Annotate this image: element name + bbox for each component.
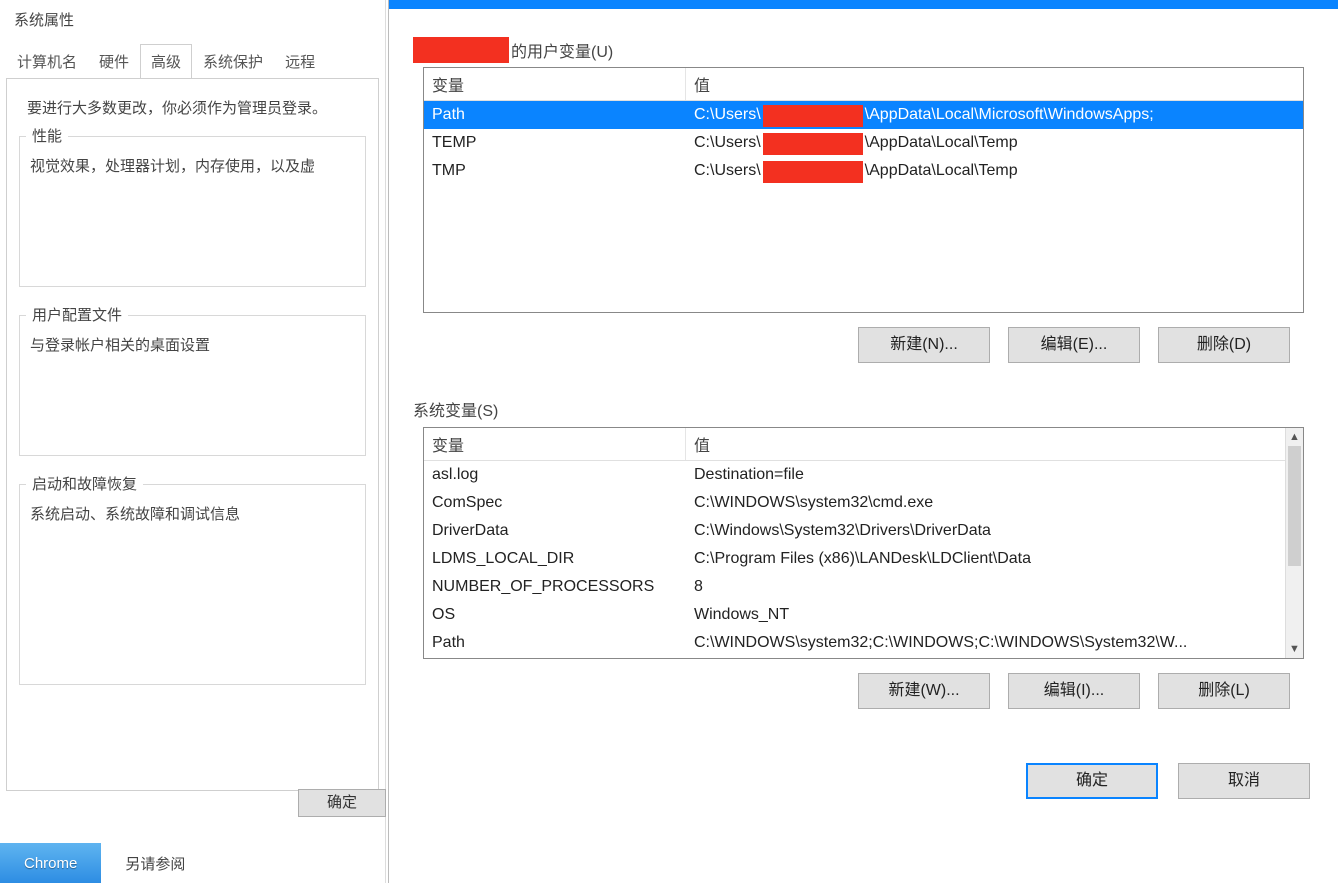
user-col-var[interactable]: 变量 [424, 68, 686, 100]
sys-edit-button[interactable]: 编辑(I)... [1008, 673, 1140, 709]
sys-delete-button[interactable]: 删除(L) [1158, 673, 1290, 709]
user-profile-legend: 用户配置文件 [26, 304, 128, 325]
sysprops-tabs: 计算机名 硬件 高级 系统保护 远程 [6, 44, 379, 79]
scroll-up-icon[interactable]: ▲ [1286, 428, 1303, 446]
sys-buttons-row: 新建(W)... 编辑(I)... 删除(L) [437, 673, 1290, 709]
user-variables-legend-text: 的用户变量(U) [511, 38, 613, 62]
env-titlebar [389, 0, 1338, 9]
redacted-user-icon [763, 105, 863, 127]
system-properties-dialog: 系统属性 计算机名 硬件 高级 系统保护 远程 要进行大多数更改，你必须作为管理… [0, 0, 386, 883]
user-buttons-row: 新建(N)... 编辑(E)... 删除(D) [437, 327, 1290, 363]
system-variables-list[interactable]: 变量 值 asl.logDestination=fileComSpecC:\WI… [423, 427, 1304, 659]
taskbar-chrome[interactable]: Chrome [0, 843, 101, 883]
redacted-user-icon [763, 161, 863, 183]
user-variables-list[interactable]: 变量 值 PathC:\Users\\AppData\Local\Microso… [423, 67, 1304, 313]
sys-new-button[interactable]: 新建(W)... [858, 673, 990, 709]
table-row[interactable]: PathC:\WINDOWS\system32;C:\WINDOWS;C:\WI… [424, 629, 1303, 657]
system-variables-legend: 系统变量(S) [409, 397, 502, 421]
startup-recovery-legend: 启动和故障恢复 [26, 473, 143, 494]
var-name-cell: TEMP [424, 132, 686, 154]
var-value-cell: C:\WINDOWS\system32\cmd.exe [686, 492, 1303, 514]
var-name-cell: Path [424, 104, 686, 126]
scroll-down-icon[interactable]: ▼ [1286, 640, 1303, 658]
table-row[interactable]: asl.logDestination=file [424, 461, 1303, 489]
var-name-cell: TMP [424, 160, 686, 182]
performance-legend: 性能 [26, 125, 68, 146]
tab-system-protection[interactable]: 系统保护 [192, 44, 274, 79]
performance-group: 性能 视觉效果，处理器计划，内存使用，以及虚 [19, 136, 366, 287]
user-profile-desc: 与登录帐户相关的桌面设置 [30, 334, 355, 355]
table-row[interactable]: DriverDataC:\Windows\System32\Drivers\Dr… [424, 517, 1303, 545]
var-name-cell: NUMBER_OF_PROCESSORS [424, 576, 686, 598]
user-variables-legend: 的用户变量(U) [409, 37, 617, 63]
startup-recovery-group: 启动和故障恢复 系统启动、系统故障和调试信息 [19, 484, 366, 685]
user-list-header: 变量 值 [424, 68, 1303, 101]
taskbar: Chrome 另请参阅 [0, 843, 385, 883]
var-value-cell: Destination=file [686, 464, 1303, 486]
table-row[interactable]: LDMS_LOCAL_DIRC:\Program Files (x86)\LAN… [424, 545, 1303, 573]
var-value-cell: Windows_NT [686, 604, 1303, 626]
startup-recovery-desc: 系统启动、系统故障和调试信息 [30, 503, 355, 524]
var-value-cell: C:\WINDOWS\system32;C:\WINDOWS;C:\WINDOW… [686, 632, 1303, 654]
sys-col-var[interactable]: 变量 [424, 428, 686, 460]
tab-hardware[interactable]: 硬件 [88, 44, 140, 79]
var-value-cell: 8 [686, 576, 1303, 598]
var-value-cell: C:\Windows\System32\Drivers\DriverData [686, 520, 1303, 542]
performance-desc: 视觉效果，处理器计划，内存使用，以及虚 [30, 155, 355, 176]
var-name-cell: ComSpec [424, 492, 686, 514]
taskbar-seealso[interactable]: 另请参阅 [101, 843, 209, 883]
env-footer-buttons: 确定 取消 [417, 763, 1310, 799]
env-ok-button[interactable]: 确定 [1026, 763, 1158, 799]
tab-remote[interactable]: 远程 [274, 44, 326, 79]
redacted-user-icon [763, 133, 863, 155]
table-row[interactable]: ComSpecC:\WINDOWS\system32\cmd.exe [424, 489, 1303, 517]
environment-variables-dialog: 的用户变量(U) 变量 值 PathC:\Users\\AppData\Loca… [388, 0, 1338, 883]
env-cancel-button[interactable]: 取消 [1178, 763, 1310, 799]
user-profile-group: 用户配置文件 与登录帐户相关的桌面设置 [19, 315, 366, 456]
table-row[interactable]: OSWindows_NT [424, 601, 1303, 629]
sys-scrollbar[interactable]: ▲ ▼ [1285, 428, 1303, 658]
user-edit-button[interactable]: 编辑(E)... [1008, 327, 1140, 363]
sys-list-header: 变量 值 [424, 428, 1303, 461]
var-value-cell: C:\Users\\AppData\Local\Temp [686, 159, 1303, 183]
var-name-cell: DriverData [424, 520, 686, 542]
var-value-cell: C:\Users\\AppData\Local\Microsoft\Window… [686, 103, 1303, 127]
var-name-cell: LDMS_LOCAL_DIR [424, 548, 686, 570]
dialog-title: 系统属性 [0, 0, 385, 44]
redacted-user-icon [413, 37, 509, 63]
user-variables-fieldset: 的用户变量(U) 变量 值 PathC:\Users\\AppData\Loca… [409, 51, 1318, 375]
scroll-thumb[interactable] [1288, 446, 1301, 566]
admin-intro: 要进行大多数更改，你必须作为管理员登录。 [27, 97, 358, 118]
sysprops-ok-button[interactable]: 确定 [298, 789, 386, 817]
var-name-cell: Path [424, 632, 686, 654]
tab-computer-name[interactable]: 计算机名 [6, 44, 88, 79]
table-row[interactable]: TEMPC:\Users\\AppData\Local\Temp [424, 129, 1303, 157]
var-name-cell: asl.log [424, 464, 686, 486]
sysprops-button-row: 确定 [0, 779, 385, 827]
table-row[interactable]: TMPC:\Users\\AppData\Local\Temp [424, 157, 1303, 185]
tab-advanced[interactable]: 高级 [140, 44, 192, 79]
var-value-cell: C:\Program Files (x86)\LANDesk\LDClient\… [686, 548, 1303, 570]
user-col-val[interactable]: 值 [686, 68, 1303, 100]
table-row[interactable]: PathC:\Users\\AppData\Local\Microsoft\Wi… [424, 101, 1303, 129]
var-value-cell: C:\Users\\AppData\Local\Temp [686, 131, 1303, 155]
table-row[interactable]: NUMBER_OF_PROCESSORS8 [424, 573, 1303, 601]
table-row[interactable]: PATHEXT.COM;.EXE;.BAT;.CMD;.VBS;.VBE;.JS… [424, 657, 1303, 659]
user-new-button[interactable]: 新建(N)... [858, 327, 990, 363]
sys-col-val[interactable]: 值 [686, 428, 1303, 460]
advanced-tab-page: 要进行大多数更改，你必须作为管理员登录。 性能 视觉效果，处理器计划，内存使用，… [6, 78, 379, 791]
user-delete-button[interactable]: 删除(D) [1158, 327, 1290, 363]
system-variables-fieldset: 系统变量(S) 变量 值 asl.logDestination=fileComS… [409, 411, 1318, 721]
var-name-cell: OS [424, 604, 686, 626]
